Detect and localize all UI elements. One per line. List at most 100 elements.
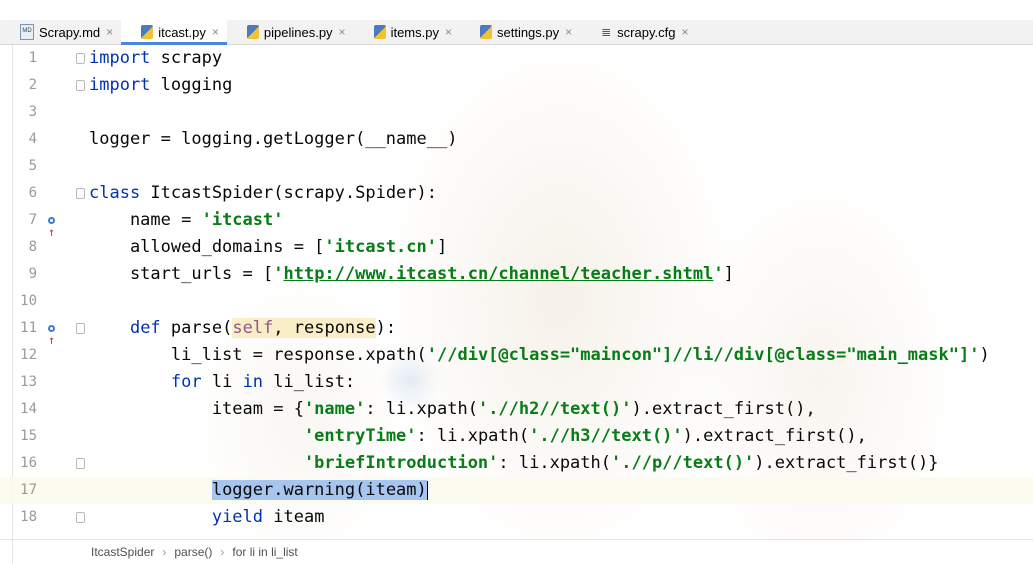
fold-toggle-icon[interactable] [76,323,85,334]
code-token: ItcastSpider(scrapy.Spider): [140,183,437,203]
code-text: def parse(self, response): [89,315,396,342]
python-file-icon [479,25,492,39]
line-number[interactable]: 1 [0,45,37,72]
code-token: , response [273,318,376,338]
string-token: './/h2//text()' [477,399,632,419]
code-token: ).extract_first(), [682,426,867,446]
code-line[interactable]: 11 ↑ def parse(self, response): [0,315,1033,346]
code-text: allowed_domains = ['itcast.cn'] [89,234,447,261]
line-number[interactable]: 18 [0,504,37,531]
string-token: 'briefIntroduction' [303,453,499,473]
code-line[interactable]: 14 iteam = {'name': li.xpath('.//h2//tex… [0,396,1033,423]
tab-pipelines-py[interactable]: pipelines.py × [227,20,354,44]
tab-itcast-py[interactable]: itcast.py × [121,20,227,45]
line-number[interactable]: 12 [0,342,37,369]
line-number[interactable]: 14 [0,396,37,423]
code-token: ).extract_first(), [631,399,816,419]
code-token: li_list: [263,372,356,392]
line-number[interactable]: 4 [0,126,37,153]
close-icon[interactable]: × [339,25,346,39]
tab-label: itcast.py [158,24,206,40]
code-line[interactable]: 10 [0,288,1033,315]
url-link[interactable]: http://www.itcast.cn/channel/teacher.sht… [283,264,713,284]
line-number[interactable]: 6 [0,180,37,207]
code-token: parse( [160,318,233,338]
line-number[interactable]: 5 [0,153,37,180]
markdown-file-icon: MD [20,24,34,40]
line-number[interactable]: 8 [0,234,37,261]
line-number[interactable]: 9 [0,261,37,288]
code-token: ).extract_first()} [754,453,939,473]
tab-label: items.py [390,24,439,40]
chevron-right-icon: › [162,545,167,559]
string-token: '//div[@class="maincon"]//li//div[@class… [426,345,980,365]
code-text: import scrapy [89,45,222,72]
keyword-token: def [129,318,161,338]
tab-settings-py[interactable]: settings.py × [460,20,580,44]
fold-toggle-icon[interactable] [76,458,85,469]
fold-toggle-icon[interactable] [76,188,85,199]
string-token: ' [713,264,724,284]
code-line[interactable]: 3 [0,99,1033,126]
line-number[interactable]: 17 [0,477,37,504]
selected-text: logger.warning(iteam) [211,480,427,500]
breadcrumb-item[interactable]: ItcastSpider [91,545,154,559]
code-token: scrapy [150,48,223,68]
code-line[interactable]: 4 logger = logging.getLogger(__name__) [0,126,1033,153]
tab-scrapy-cfg[interactable]: ≣ scrapy.cfg × [580,20,696,44]
code-line[interactable]: 1 import scrapy [0,45,1033,72]
breadcrumb-item[interactable]: parse() [174,545,212,559]
code-token: start_urls = [ [89,264,274,284]
override-method-icon[interactable]: ↑ [48,214,62,238]
fold-toggle-icon[interactable] [76,80,85,91]
code-line[interactable]: 18 yield iteam [0,504,1033,531]
code-token: allowed_domains = [ [89,237,325,257]
code-text: yield iteam [89,504,325,531]
keyword-token: yield [211,507,264,527]
override-dot-icon [48,217,55,224]
line-number[interactable]: 13 [0,369,37,396]
line-number[interactable]: 7 [0,207,37,234]
python-file-icon [141,25,154,39]
breadcrumb-item[interactable]: for li in li_list [232,545,297,559]
code-line[interactable]: 5 [0,153,1033,180]
code-line[interactable]: 6 class ItcastSpider(scrapy.Spider): [0,180,1033,207]
override-method-icon[interactable]: ↑ [48,322,62,346]
close-icon[interactable]: × [212,25,219,39]
code-text: import logging [89,72,232,99]
string-token: 'name' [303,399,366,419]
code-line[interactable]: 8 allowed_domains = ['itcast.cn'] [0,234,1033,261]
line-number[interactable]: 10 [0,288,37,315]
close-icon[interactable]: × [565,25,572,39]
line-number[interactable]: 11 [0,315,37,342]
string-token: 'itcast.cn' [324,237,437,257]
code-editor[interactable]: 1 import scrapy 2 import logging 3 4 logger = … [0,45,1033,564]
code-line[interactable]: 17 logger.warning(iteam) [0,477,1033,504]
code-line[interactable]: 13 for li in li_list: [0,369,1033,396]
fold-toggle-icon[interactable] [76,53,85,64]
fold-toggle-icon[interactable] [76,512,85,523]
code-line[interactable]: 9 start_urls = ['http://www.itcast.cn/ch… [0,261,1033,288]
tab-scrapy-md[interactable]: MD Scrapy.md × [0,20,121,44]
config-file-icon: ≣ [601,25,612,39]
line-number[interactable]: 15 [0,423,37,450]
line-number[interactable]: 3 [0,99,37,126]
keyword-token: import [89,75,151,95]
tab-items-py[interactable]: items.py × [354,20,460,44]
code-text: li_list = response.xpath('//div[@class="… [89,342,990,369]
code-text: name = 'itcast' [89,207,284,234]
code-line[interactable]: 2 import logging [0,72,1033,99]
code-line[interactable]: 15 'entryTime': li.xpath('.//h3//text()'… [0,423,1033,450]
code-text: for li in li_list: [89,369,355,396]
code-line[interactable]: 12 li_list = response.xpath('//div[@clas… [0,342,1033,369]
close-icon[interactable]: × [445,25,452,39]
close-icon[interactable]: × [106,25,113,39]
string-token: ' [273,264,284,284]
code-line[interactable]: 7 ↑ name = 'itcast' [0,207,1033,238]
code-line[interactable]: 16 'briefIntroduction': li.xpath('.//p//… [0,450,1033,477]
line-number[interactable]: 16 [0,450,37,477]
close-icon[interactable]: × [681,25,688,39]
line-number[interactable]: 2 [0,72,37,99]
